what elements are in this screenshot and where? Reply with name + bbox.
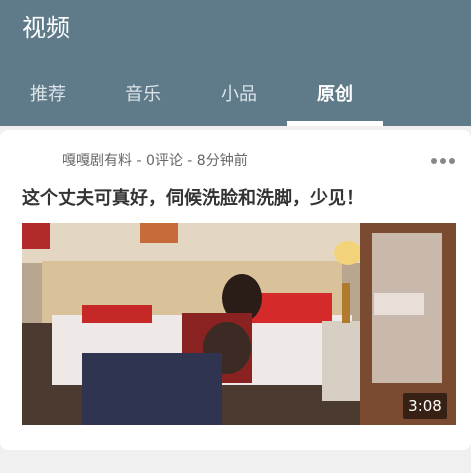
- video-thumbnail[interactable]: [22, 223, 456, 425]
- video-title[interactable]: 这个丈夫可真好，伺候洗脸和洗脚，少见！: [22, 186, 364, 212]
- app-header: 视频 推荐 音乐 小品 原创: [0, 0, 471, 126]
- post-meta: 嘎嘎剧有料 - 0评论 - 8分钟前: [62, 153, 248, 169]
- video-duration-badge: 3:08: [403, 393, 447, 419]
- tab-music[interactable]: 音乐: [95, 72, 191, 126]
- more-dots-icon[interactable]: [431, 158, 455, 166]
- tab-recommend[interactable]: 推荐: [0, 72, 96, 126]
- video-thumbnail-image: [22, 223, 456, 425]
- tab-original[interactable]: 原创: [287, 72, 383, 126]
- active-tab-indicator: [287, 121, 383, 126]
- category-tabs: 推荐 音乐 小品 原创: [0, 72, 471, 126]
- tab-skit[interactable]: 小品: [191, 72, 287, 126]
- video-card[interactable]: 嘎嘎剧有料 - 0评论 - 8分钟前 这个丈夫可真好，伺候洗脸和洗脚，少见！ 3…: [0, 130, 471, 450]
- page-title: 视频: [22, 14, 70, 42]
